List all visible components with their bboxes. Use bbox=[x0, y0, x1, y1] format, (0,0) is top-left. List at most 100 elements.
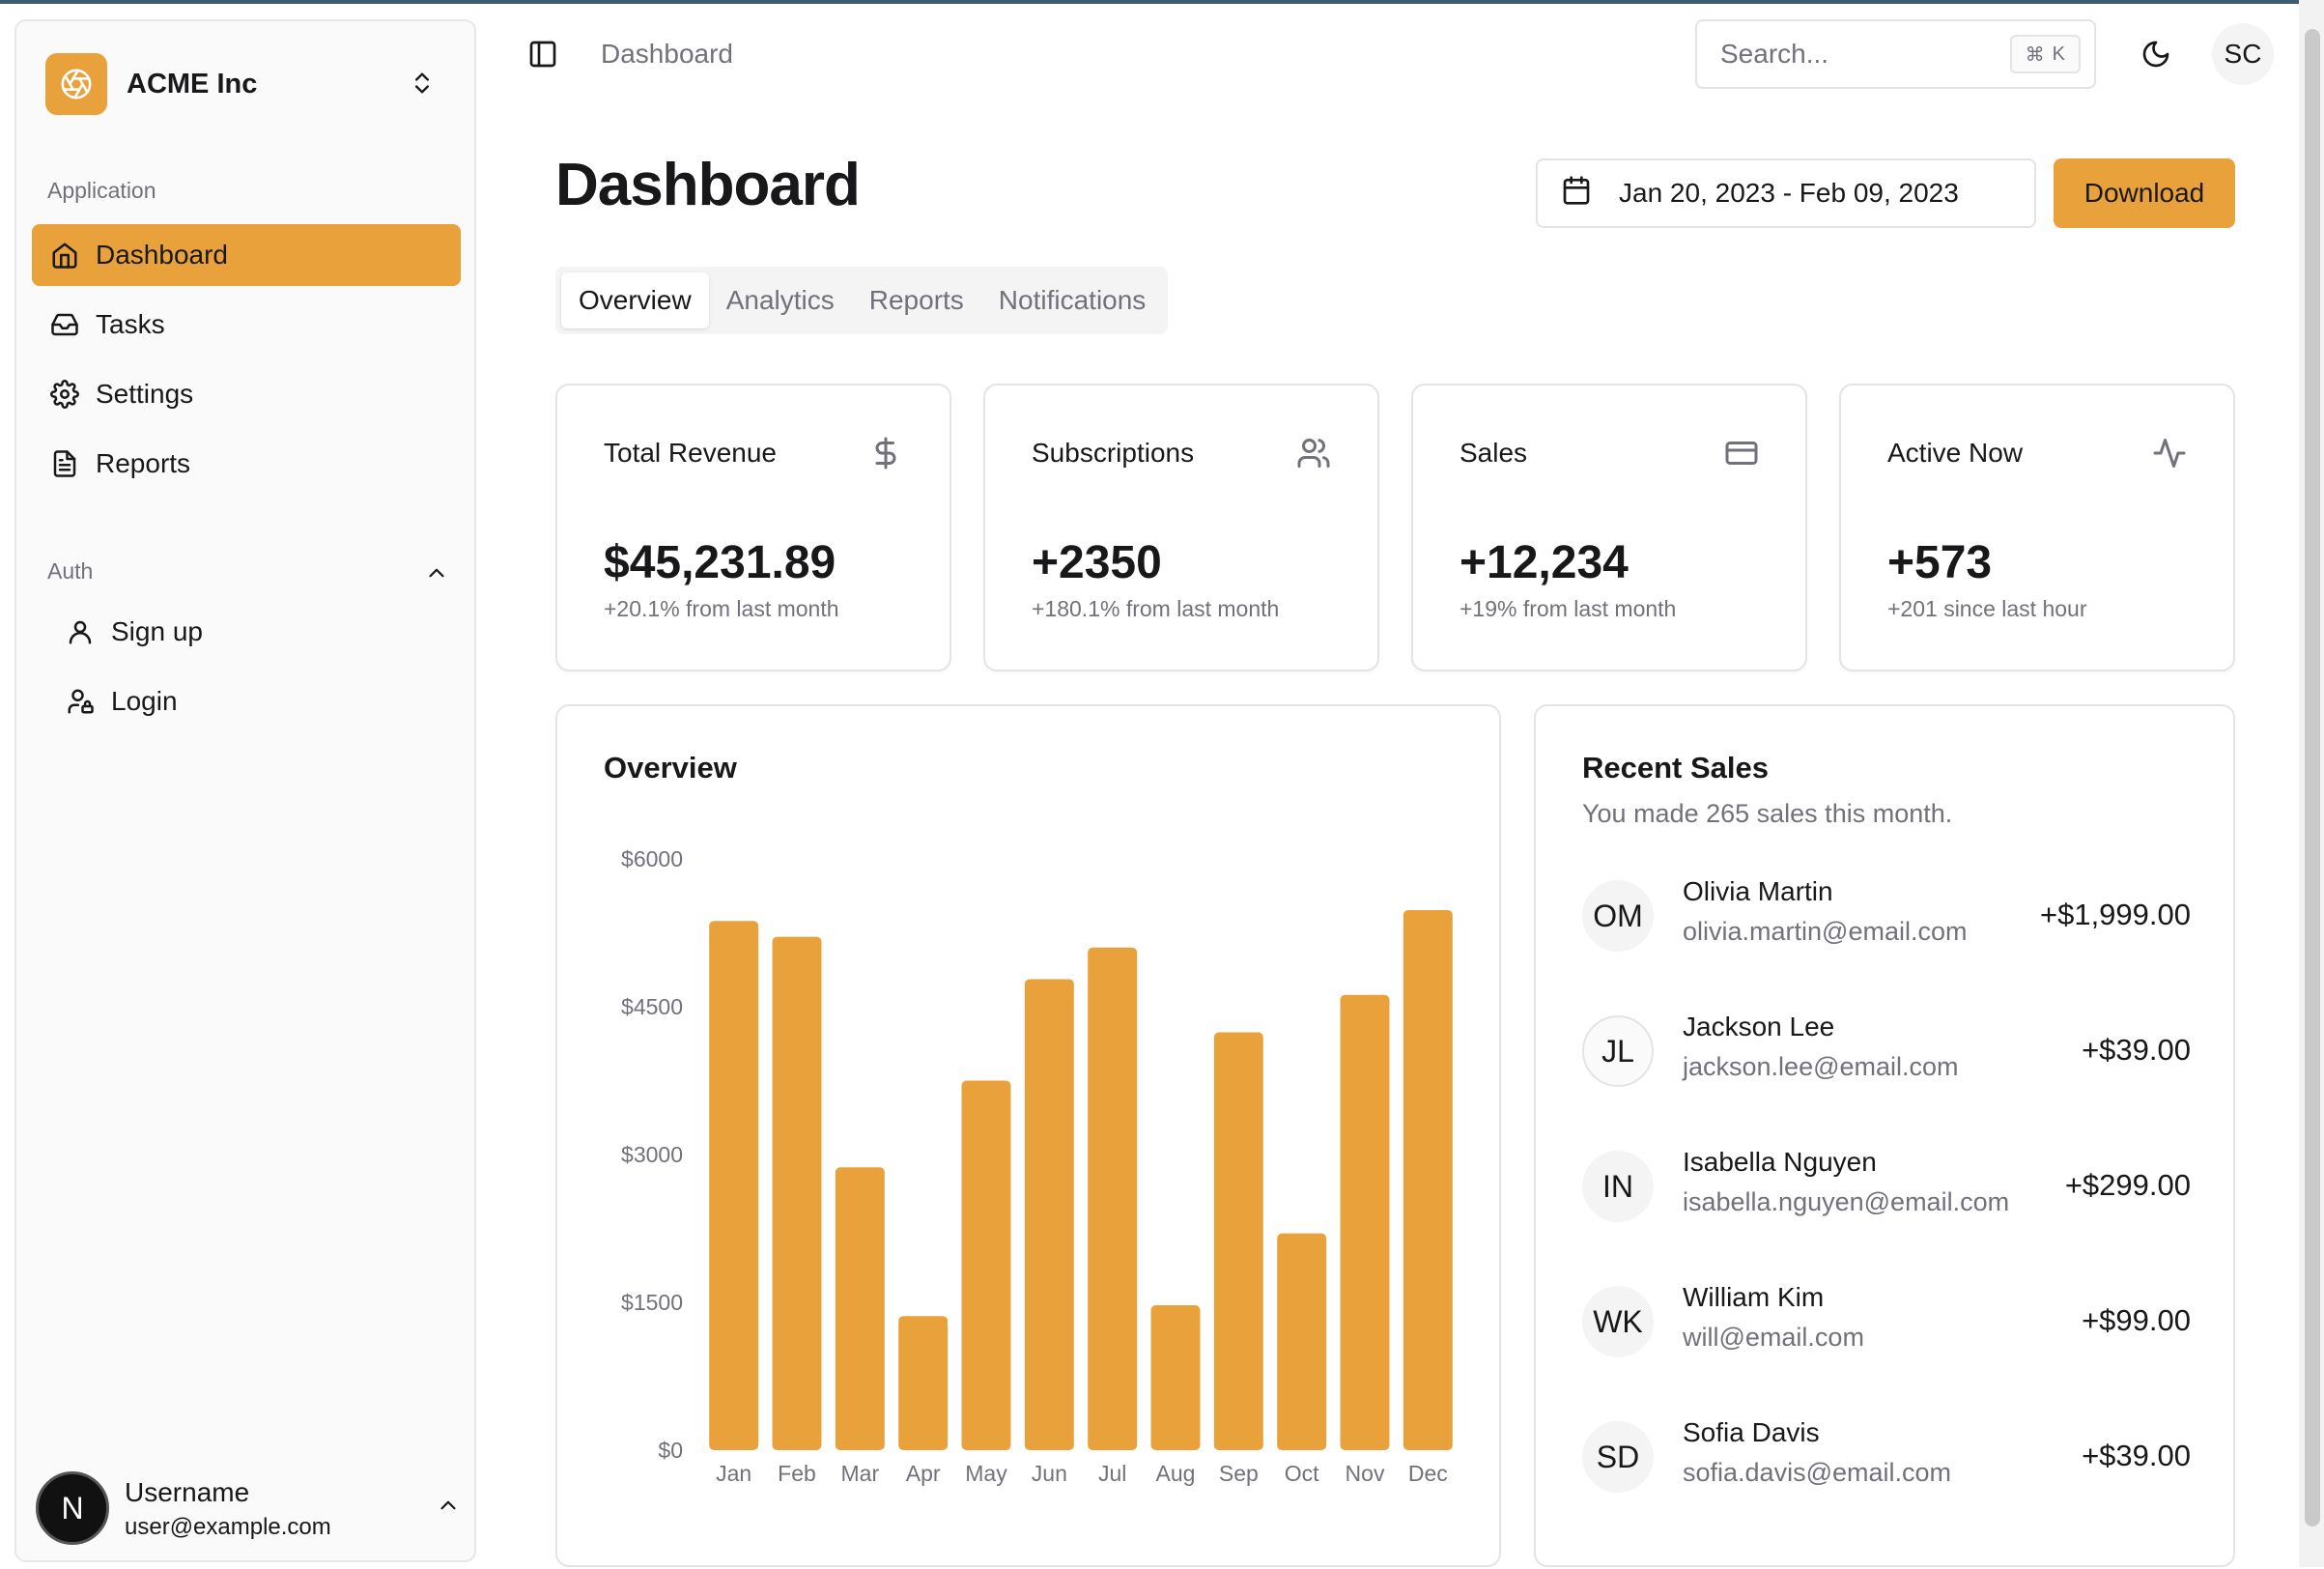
recent-sales-description: You made 265 sales this month. bbox=[1582, 799, 1953, 828]
customer-name: Isabella Nguyen bbox=[1683, 1147, 1877, 1177]
x-tick-label: Nov bbox=[1346, 1461, 1385, 1486]
team-switcher[interactable]: ACME Inc bbox=[45, 52, 451, 116]
user-email: user@example.com bbox=[125, 1514, 331, 1540]
tab-overview[interactable]: Overview bbox=[561, 272, 709, 328]
bar-may bbox=[961, 1080, 1011, 1450]
download-button[interactable]: Download bbox=[2054, 158, 2235, 228]
panel-left-toggle-icon[interactable] bbox=[527, 39, 558, 70]
bar-jan bbox=[709, 921, 759, 1450]
sidebar-item-tasks[interactable]: Tasks bbox=[32, 294, 461, 356]
customer-email: jackson.lee@email.com bbox=[1683, 1052, 1959, 1081]
sale-amount: +$99.00 bbox=[2082, 1303, 2191, 1337]
user-icon bbox=[65, 616, 96, 647]
y-tick-label: $1500 bbox=[621, 1290, 683, 1315]
sale-amount: +$39.00 bbox=[2082, 1439, 2191, 1472]
stat-title: Subscriptions bbox=[1032, 438, 1195, 468]
bar-mar bbox=[835, 1167, 885, 1450]
sidebar-item-dashboard[interactable]: Dashboard bbox=[32, 224, 461, 286]
user-lock-icon bbox=[65, 686, 96, 717]
sidebar-item-sign-up[interactable]: Sign up bbox=[47, 601, 461, 663]
tab-notifications[interactable]: Notifications bbox=[981, 272, 1164, 328]
sidebar-item-label: Reports bbox=[96, 448, 191, 478]
tab-reports[interactable]: Reports bbox=[852, 272, 981, 328]
list-item: JL Jackson Lee jackson.lee@email.com +$3… bbox=[1582, 1008, 2191, 1095]
activity-icon bbox=[2152, 436, 2187, 471]
y-tick-label: $3000 bbox=[621, 1142, 683, 1167]
shortcut-key: K bbox=[2052, 43, 2065, 65]
stat-value: +12,234 bbox=[1460, 537, 1629, 588]
sidebar-item-reports[interactable]: Reports bbox=[32, 433, 461, 495]
x-tick-label: Jun bbox=[1032, 1461, 1067, 1486]
calendar-icon bbox=[1561, 175, 1592, 213]
x-tick-label: May bbox=[965, 1461, 1007, 1486]
brand-name: ACME Inc bbox=[127, 68, 258, 100]
bar-oct bbox=[1277, 1233, 1327, 1450]
date-range-picker[interactable]: Jan 20, 2023 - Feb 09, 2023 bbox=[1536, 158, 2036, 228]
aperture-logo-icon bbox=[45, 53, 107, 115]
stat-card-subscriptions: Subscriptions +2350 +180.1% from last mo… bbox=[983, 384, 1379, 671]
y-tick-label: $6000 bbox=[621, 846, 683, 871]
sidebar-item-label: Tasks bbox=[96, 309, 165, 339]
list-item: SD Sofia Davis sofia.davis@email.com +$3… bbox=[1582, 1413, 2191, 1500]
sidebar-item-settings[interactable]: Settings bbox=[32, 363, 461, 425]
x-tick-label: Jan bbox=[716, 1461, 751, 1486]
chevron-up-icon bbox=[436, 1493, 461, 1523]
customer-email: isabella.nguyen@email.com bbox=[1683, 1187, 2010, 1216]
stat-change: +201 since last hour bbox=[1887, 596, 2087, 621]
customer-name: Jackson Lee bbox=[1683, 1012, 1835, 1041]
avatar: OM bbox=[1582, 880, 1654, 952]
x-tick-label: Apr bbox=[906, 1461, 941, 1486]
sidebar-item-login[interactable]: Login bbox=[47, 670, 461, 732]
x-tick-label: Aug bbox=[1156, 1461, 1196, 1486]
stat-change: +180.1% from last month bbox=[1032, 596, 1280, 621]
stat-title: Sales bbox=[1460, 438, 1528, 468]
avatar: SD bbox=[1582, 1421, 1654, 1493]
sidebar-item-label: Settings bbox=[96, 379, 194, 409]
avatar[interactable]: SC bbox=[2212, 23, 2274, 85]
bar-feb bbox=[772, 936, 822, 1450]
inbox-icon bbox=[49, 309, 80, 340]
command-key-icon: ⌘ bbox=[2025, 43, 2045, 66]
avatar: WK bbox=[1582, 1286, 1654, 1357]
date-range-value: Jan 20, 2023 - Feb 09, 2023 bbox=[1619, 178, 1959, 208]
chevron-up-icon[interactable] bbox=[424, 560, 449, 590]
overview-bar-chart: $0 $1500 $3000 $4500 $6000 Jan Feb Mar Apr May Jun… bbox=[621, 846, 1453, 1486]
overview-card: Overview $0 $1500 $3000 $4500 $6000 Jan Feb Mar… bbox=[555, 704, 1501, 1567]
chevrons-up-down-icon bbox=[409, 70, 436, 101]
breadcrumb[interactable]: Dashboard bbox=[601, 39, 733, 70]
user-menu[interactable]: N Username user@example.com bbox=[36, 1468, 461, 1549]
x-tick-label: Dec bbox=[1408, 1461, 1448, 1486]
users-icon bbox=[1296, 436, 1331, 471]
stat-card-sales: Sales +12,234 +19% from last month bbox=[1411, 384, 1807, 671]
tab-analytics[interactable]: Analytics bbox=[709, 272, 852, 328]
x-tick-label: Jul bbox=[1098, 1461, 1126, 1486]
bar-apr bbox=[898, 1316, 949, 1450]
stat-title: Total Revenue bbox=[604, 438, 778, 468]
bar-jun bbox=[1024, 979, 1074, 1450]
customer-email: olivia.martin@email.com bbox=[1683, 917, 1968, 946]
sale-amount: +$1,999.00 bbox=[2039, 898, 2191, 931]
recent-sales-title: Recent Sales bbox=[1582, 751, 1769, 784]
sidebar-item-label: Dashboard bbox=[96, 240, 228, 270]
search-placeholder: Search... bbox=[1720, 39, 1829, 69]
stat-change: +19% from last month bbox=[1460, 596, 1677, 621]
list-item: WK William Kim will@email.com +$99.00 bbox=[1582, 1278, 2191, 1365]
bar-aug bbox=[1150, 1305, 1201, 1450]
tabs: Overview Analytics Reports Notifications bbox=[555, 267, 1168, 334]
sidebar: ACME Inc Application Dashboard Tasks Set… bbox=[14, 19, 476, 1562]
stat-card-total-revenue: Total Revenue $45,231.89 +20.1% from las… bbox=[555, 384, 951, 671]
search-input[interactable]: Search... ⌘ K bbox=[1695, 19, 2096, 89]
keyboard-shortcut: ⌘ K bbox=[2009, 35, 2081, 73]
file-text-icon bbox=[49, 448, 80, 479]
sidebar-item-label: Login bbox=[111, 686, 178, 716]
stat-value: +573 bbox=[1887, 537, 1993, 588]
window-top-border bbox=[0, 0, 2324, 4]
moon-icon[interactable] bbox=[2137, 35, 2175, 73]
y-tick-label: $0 bbox=[658, 1438, 683, 1463]
scrollbar-thumb[interactable] bbox=[2305, 29, 2320, 1526]
group-label-auth: Auth bbox=[47, 558, 94, 584]
stat-change: +20.1% from last month bbox=[604, 596, 839, 621]
avatar: IN bbox=[1582, 1151, 1654, 1222]
sale-amount: +$299.00 bbox=[2064, 1168, 2191, 1202]
stat-title: Active Now bbox=[1887, 438, 2024, 468]
